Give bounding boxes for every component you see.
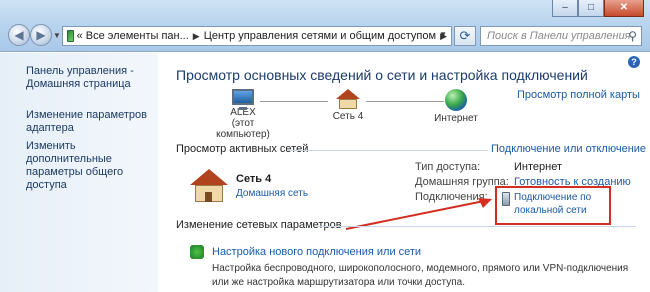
search-input[interactable]: Поиск в Панели управления ⚲ [480,26,642,46]
help-icon[interactable]: ? [628,56,640,68]
map-internet: Интернет [426,89,486,124]
sidebar-item-home[interactable]: Панель управления - Домашняя страница [26,65,134,91]
map-network-name: Сеть 4 [332,111,364,122]
refresh-button[interactable]: ⟳ [454,26,476,46]
setup-connection-link[interactable]: Настройка нового подключения или сети [212,246,421,258]
close-button[interactable]: ✕ [604,0,644,17]
breadcrumb-network-center[interactable]: Центр управления сетями и общим доступом [204,30,436,42]
section-divider [288,150,488,151]
forward-button[interactable]: ▶ [30,24,52,46]
breadcrumb-all-items[interactable]: Все элементы пан... [86,30,189,42]
sidebar: Панель управления - Домашняя страница Из… [0,53,158,292]
access-type-label: Тип доступа: [415,161,481,173]
active-networks-header: Просмотр активных сетей [176,143,309,155]
setup-connection-description: Настройка беспроводного, широкополосного… [212,263,629,288]
ethernet-icon [502,192,510,206]
computer-caption: (этот компьютер) [216,118,270,140]
maximize-button[interactable]: □ [578,0,604,17]
new-connection-icon [190,245,204,259]
control-panel-icon [67,30,74,42]
globe-icon [445,89,467,111]
breadcrumb-separator-icon[interactable]: ▶ [193,31,200,42]
map-computer: ALEX (этот компьютер) [213,89,273,140]
access-type-value: Интернет [514,161,562,173]
map-link-line [260,101,328,102]
breadcrumb-overflow[interactable]: « [77,30,83,42]
local-connection-line1: Подключение по [514,192,592,203]
window-controls: – □ ✕ [552,0,644,17]
back-button[interactable]: ◀ [8,24,30,46]
view-full-map-link[interactable]: Просмотр полной карты [517,89,640,101]
search-placeholder: Поиск в Панели управления [487,30,631,42]
section-divider [316,226,636,227]
sidebar-item-sharing-settings[interactable]: Изменить дополнительные параметры общего… [26,140,158,192]
search-icon[interactable]: ⚲ [628,29,637,43]
home-network-icon [336,89,360,109]
map-internet-label: Интернет [434,113,478,124]
home-network-icon [190,169,228,203]
network-type-link[interactable]: Домашняя сеть [236,188,308,199]
connect-disconnect-link[interactable]: Подключение или отключение [491,143,646,155]
network-name: Сеть 4 [236,173,272,185]
computer-icon [232,89,254,110]
main-content: ? Просмотр основных сведений о сети и на… [158,53,650,292]
local-connection-link[interactable]: Подключение по локальной сети [514,191,591,217]
map-network: Сеть 4 [323,89,373,122]
local-connection-line2: локальной сети [514,205,587,216]
window-titlebar: – □ ✕ ◀ ▶ ▼ « Все элементы пан... ▶ Цент… [0,0,650,52]
address-dropdown-icon[interactable]: ▼ [439,30,447,39]
recent-pages-dropdown-icon[interactable]: ▼ [53,31,61,40]
address-bar[interactable]: « Все элементы пан... ▶ Центр управления… [62,26,452,46]
page-title: Просмотр основных сведений о сети и наст… [176,67,588,83]
sidebar-item-adapter-settings[interactable]: Изменение параметров адаптера [26,109,147,135]
annotation-arrow [345,198,492,230]
minimize-button[interactable]: – [552,0,578,17]
change-settings-header: Изменение сетевых параметров [176,219,342,231]
